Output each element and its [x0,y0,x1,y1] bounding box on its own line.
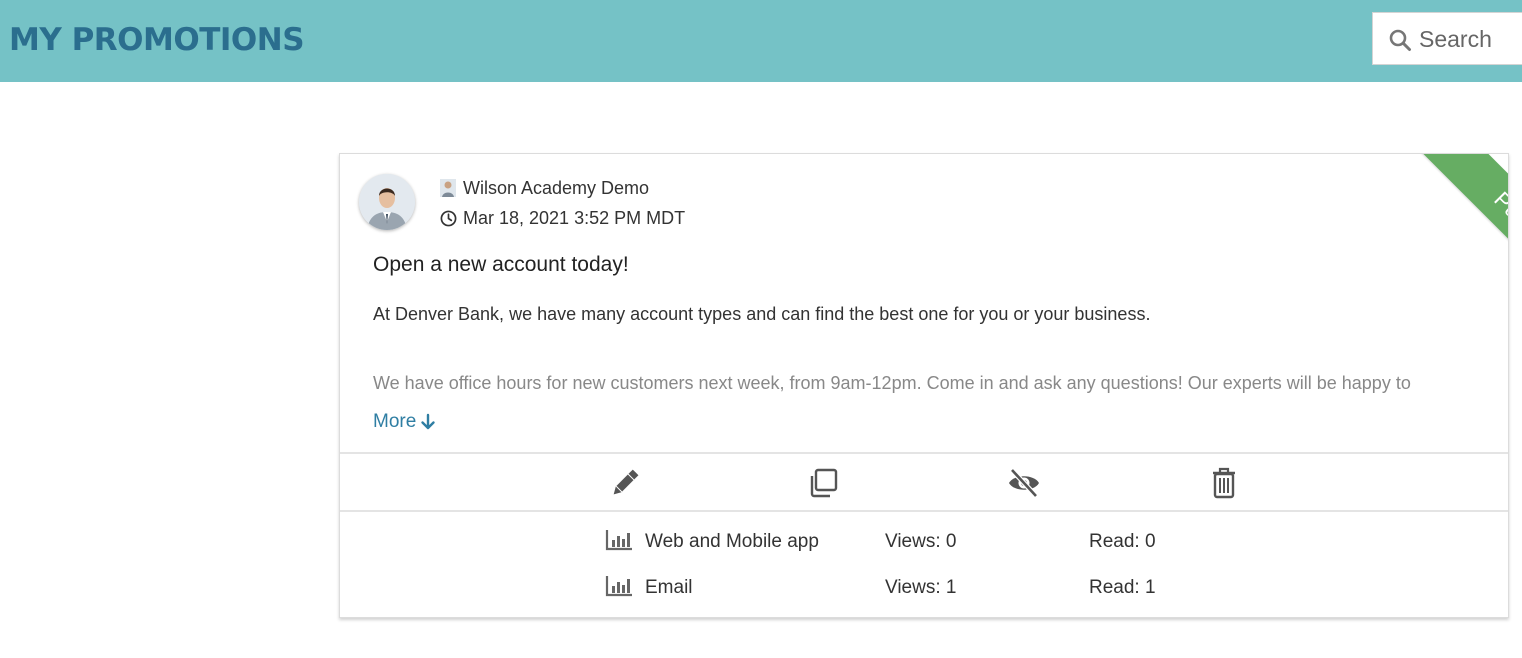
author-icon [440,179,456,197]
author-name: Wilson Academy Demo [463,177,650,198]
promotion-paragraph: At Denver Bank, we have many account typ… [373,304,1151,324]
author-line: Wilson Academy Demo [440,176,649,200]
stat-read: Read: 1 [1089,577,1156,598]
pencil-icon [613,469,639,495]
divider [340,510,1508,512]
stat-read: Read: 0 [1089,531,1156,552]
date-line: Mar 18, 2021 3:52 PM MDT [440,206,685,230]
promotion-title: Open a new account today! [373,253,629,276]
clock-icon [440,210,457,226]
delete-button[interactable] [1207,466,1241,500]
stat-channel: Email [645,577,693,598]
search-icon [1389,29,1411,51]
post-timestamp: Mar 18, 2021 3:52 PM MDT [463,207,686,228]
copy-icon [810,468,838,498]
promotion-card: Wilson Academy Demo Mar 18, 2021 3:52 PM… [339,153,1509,618]
page-header: MY PROMOTIONS [0,0,1522,82]
duplicate-button[interactable] [807,466,841,500]
more-link[interactable]: More [373,411,436,433]
trash-icon [1213,467,1235,499]
promotion-paragraph: We have office hours for new customers n… [373,373,1411,393]
eye-slash-icon [1009,468,1039,498]
author-avatar [359,174,415,230]
bar-chart-icon [605,576,632,597]
search-box[interactable] [1372,12,1522,65]
arrow-down-icon [421,413,435,430]
edit-button[interactable] [608,466,642,500]
stat-views: Views: 0 [885,531,957,552]
stat-channel: Web and Mobile app [645,531,819,552]
unpublish-button[interactable] [1007,466,1041,500]
divider [340,452,1508,454]
stat-views: Views: 1 [885,577,957,598]
bar-chart-icon [605,530,632,551]
search-input[interactable] [1419,23,1519,55]
more-label: More [373,411,417,432]
page-title: MY PROMOTIONS [9,22,305,58]
status-ribbon: Published [1416,154,1508,346]
